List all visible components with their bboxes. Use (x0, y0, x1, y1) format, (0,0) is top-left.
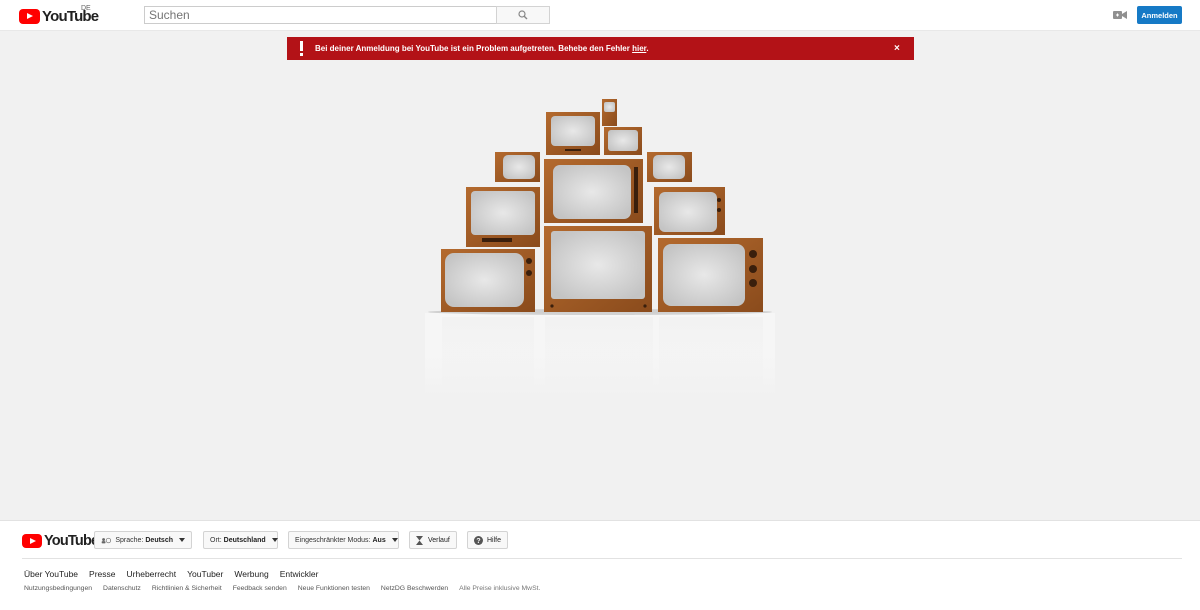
restricted-label: Eingeschränkter Modus: (295, 536, 371, 544)
language-button[interactable]: Sprache: Deutsch (94, 531, 192, 549)
footer-youtube-logo[interactable]: YouTube (22, 533, 99, 549)
link-press[interactable]: Presse (89, 569, 115, 579)
link-advertise[interactable]: Werbung (234, 569, 268, 579)
link-netzdg[interactable]: NetzDG Beschwerden (381, 585, 448, 592)
signin-button[interactable]: Anmelden (1137, 6, 1182, 24)
location-value: Deutschland (223, 536, 266, 544)
alert-message-text: Bei deiner Anmeldung bei YouTube ist ein… (315, 44, 633, 53)
history-label: Verlauf (428, 536, 450, 544)
help-icon: ? (474, 535, 483, 545)
footer-primary-links: Über YouTube Presse Urheberrecht YouTube… (24, 569, 318, 579)
error-alert: Bei deiner Anmeldung bei YouTube ist ein… (287, 37, 914, 60)
link-developers[interactable]: Entwickler (280, 569, 319, 579)
region-code: DE (81, 5, 91, 12)
link-terms[interactable]: Nutzungsbedingungen (24, 585, 92, 592)
language-label: Sprache: (115, 536, 144, 544)
play-icon (19, 8, 40, 24)
link-copyright[interactable]: Urheberrecht (127, 569, 177, 579)
play-icon (22, 534, 42, 548)
alert-message: Bei deiner Anmeldung bei YouTube ist ein… (315, 44, 649, 53)
close-icon[interactable]: × (894, 43, 900, 54)
chevron-down-icon (179, 538, 185, 542)
chevron-down-icon (271, 538, 278, 542)
hourglass-icon (416, 535, 423, 545)
link-creators[interactable]: YouTuber (187, 569, 223, 579)
footer: YouTube Sprache: Deutsch Ort: Deutschlan… (0, 520, 1200, 610)
location-label: Ort: (210, 536, 222, 544)
restricted-mode-button[interactable]: Eingeschränkter Modus: Aus (288, 531, 399, 549)
link-policy-safety[interactable]: Richtlinien & Sicherheit (152, 585, 222, 592)
masthead: YouTube DE Anmelden (0, 0, 1200, 31)
svg-text:?: ? (476, 538, 480, 545)
exclamation-icon (300, 41, 303, 56)
chevron-down-icon (391, 538, 398, 542)
search-input[interactable] (144, 6, 497, 24)
footer-secondary-links: Nutzungsbedingungen Datenschutz Richtlin… (24, 585, 540, 592)
price-note: Alle Preise inklusive MwSt. (459, 585, 541, 592)
link-test-features[interactable]: Neue Funktionen testen (298, 585, 370, 592)
history-button[interactable]: Verlauf (409, 531, 457, 549)
alert-fix-link[interactable]: hier (632, 44, 646, 53)
language-icon (101, 537, 112, 543)
footer-divider (22, 558, 1182, 559)
location-button[interactable]: Ort: Deutschland (203, 531, 278, 549)
restricted-value: Aus (372, 536, 386, 544)
search-icon (518, 10, 528, 20)
video-camera-icon[interactable] (1113, 10, 1127, 20)
link-privacy[interactable]: Datenschutz (103, 585, 141, 592)
tv-stack-illustration (425, 99, 775, 395)
help-label: Hilfe (486, 536, 501, 544)
footer-logo-text: YouTube (44, 533, 99, 549)
link-about[interactable]: Über YouTube (24, 569, 78, 579)
alert-suffix: . (646, 44, 649, 53)
search-button[interactable] (496, 6, 550, 24)
link-send-feedback[interactable]: Feedback senden (233, 585, 287, 592)
language-value: Deutsch (145, 536, 173, 544)
help-button[interactable]: ? Hilfe (467, 531, 508, 549)
